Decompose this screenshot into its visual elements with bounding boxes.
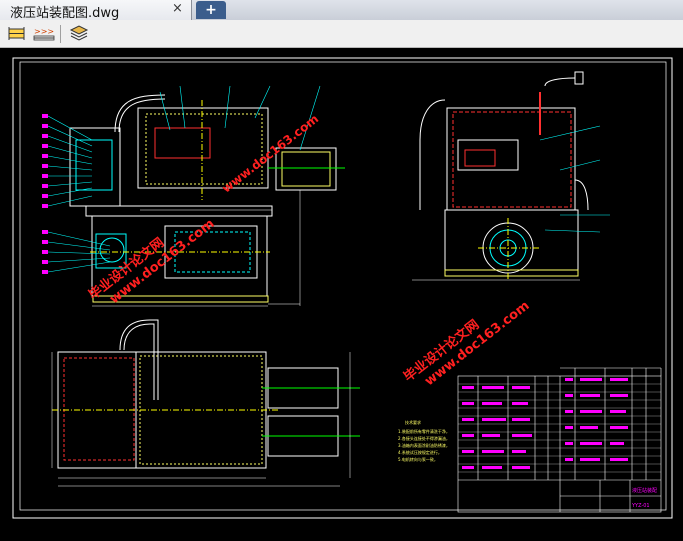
close-icon[interactable]: ×: [172, 1, 183, 16]
toolbar-separator: [60, 25, 61, 43]
note-5: 5.电机转向与泵一致，: [398, 456, 438, 462]
tab-title: 液压站装配图.dwg: [10, 6, 120, 21]
note-2: 2.各接头连接处不得渗漏油，: [398, 435, 450, 441]
leader-lines-left: [47, 115, 111, 273]
toolbar: >>>: [0, 20, 683, 48]
note-1: 1.装配前所有零件清洗干净，: [398, 428, 450, 434]
top-view: [51, 319, 360, 487]
technical-notes: 技术要求 1.装配前所有零件清洗干净， 2.各接头连接处不得渗漏油， 3.油箱内…: [398, 419, 450, 462]
dimension-icon[interactable]: >>>: [32, 24, 55, 44]
notes-title: 技术要求: [405, 419, 421, 425]
balloon-markers: [42, 114, 48, 274]
layers-icon[interactable]: [68, 24, 90, 44]
watermark-1: 毕业设计论文网 www.doc163.com: [86, 216, 218, 307]
side-view: [412, 71, 589, 281]
measure-icon[interactable]: [6, 24, 28, 44]
watermark-3: www.doc163.com: [219, 112, 321, 196]
parts-list-text: [462, 378, 628, 469]
title-block-name: 液压站装配: [632, 487, 657, 494]
watermark-3-line2: www.doc163.com: [219, 112, 321, 196]
note-4: 4.系统试压按规定进行，: [398, 449, 442, 455]
tab-bar: 液压站装配图.dwg × +: [0, 0, 683, 21]
drawing-canvas[interactable]: 技术要求 1.装配前所有零件清洗干净， 2.各接头连接处不得渗漏油， 3.油箱内…: [0, 48, 683, 537]
new-tab-button[interactable]: +: [196, 1, 226, 19]
note-3: 3.油箱内表面涂耐油防锈漆，: [398, 442, 450, 448]
watermark-2: 毕业设计论文网 www.doc163.com: [401, 298, 533, 389]
tab-document[interactable]: 液压站装配图.dwg ×: [0, 0, 192, 21]
svg-text:>>>: >>>: [34, 27, 54, 36]
parts-list-rows: [458, 383, 661, 473]
drawing-number: YYZ-01: [631, 503, 650, 509]
